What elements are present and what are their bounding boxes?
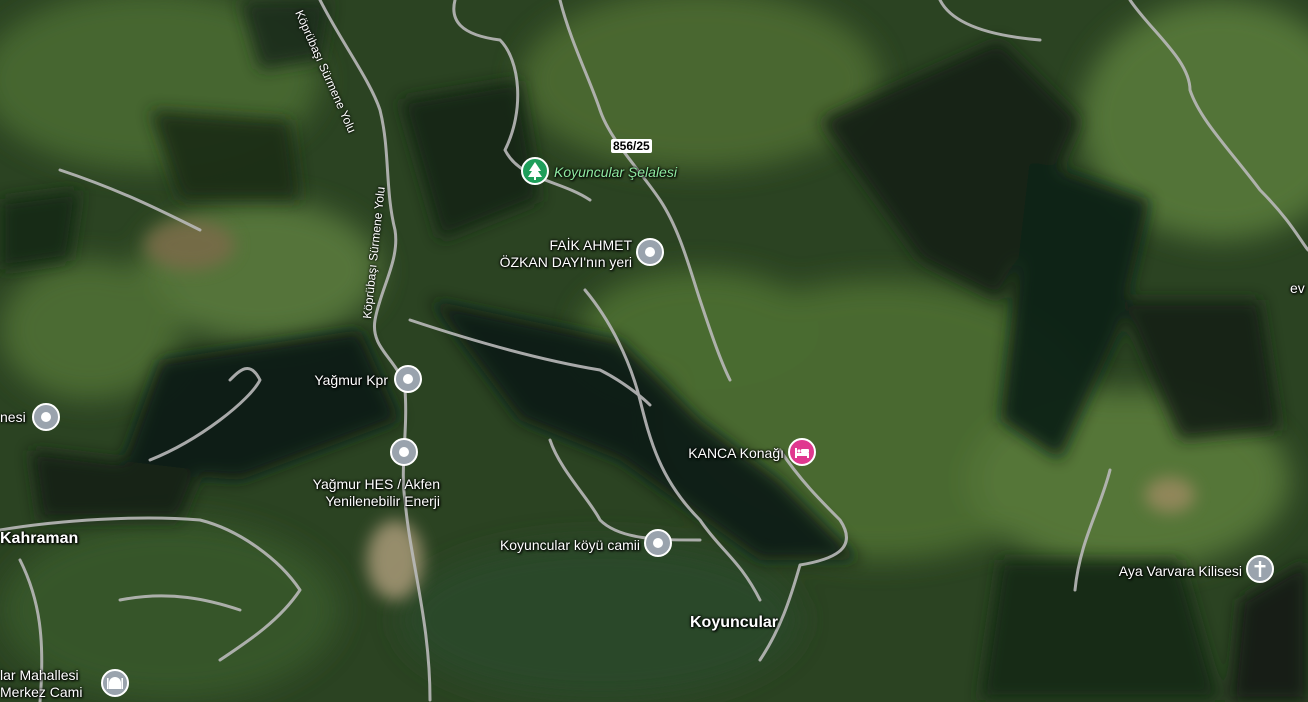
satellite-terrain <box>0 0 1308 702</box>
place-label-line1[interactable]: Yağmur HES / Akfen <box>270 476 440 492</box>
hotel-bed-icon[interactable] <box>787 437 817 467</box>
satellite-map[interactable]: 856/25 Köprübaşı Sürmene Yolu Köprübaşı … <box>0 0 1308 702</box>
place-label-line2[interactable]: Yenilenebilir Enerji <box>270 493 440 509</box>
mosque-icon[interactable] <box>100 668 130 698</box>
village-label-kahraman[interactable]: Kahraman <box>0 531 78 547</box>
church-cross-icon[interactable] <box>1245 554 1275 584</box>
place-label-line1[interactable]: lar Mahallesi <box>0 667 79 683</box>
place-pin-icon[interactable] <box>635 237 665 267</box>
place-label[interactable]: Koyuncular köyü camii <box>440 537 640 553</box>
place-label-ev[interactable]: ev <box>1290 280 1305 296</box>
road-number-badge[interactable]: 856/25 <box>611 139 652 153</box>
place-label[interactable]: Koyuncular Şelalesi <box>554 164 677 180</box>
place-label-line2[interactable]: ÖZKAN DAYI'nın yeri <box>452 254 632 270</box>
place-label-line2[interactable]: Merkez Cami <box>0 684 82 700</box>
place-label[interactable]: Yağmur Kpr <box>286 372 388 388</box>
tree-icon[interactable] <box>520 156 550 186</box>
place-pin-icon[interactable] <box>31 402 61 432</box>
place-label[interactable]: Aya Varvara Kilisesi <box>1070 563 1242 579</box>
place-pin-icon[interactable] <box>393 364 423 394</box>
place-label-line1[interactable]: FAİK AHMET <box>472 237 632 253</box>
place-label[interactable]: nesi <box>0 409 26 425</box>
village-label-koyuncular[interactable]: Koyuncular <box>690 615 778 631</box>
place-label[interactable]: KANCA Konağı <box>650 445 784 461</box>
place-pin-icon[interactable] <box>643 528 673 558</box>
place-pin-icon[interactable] <box>389 437 419 467</box>
